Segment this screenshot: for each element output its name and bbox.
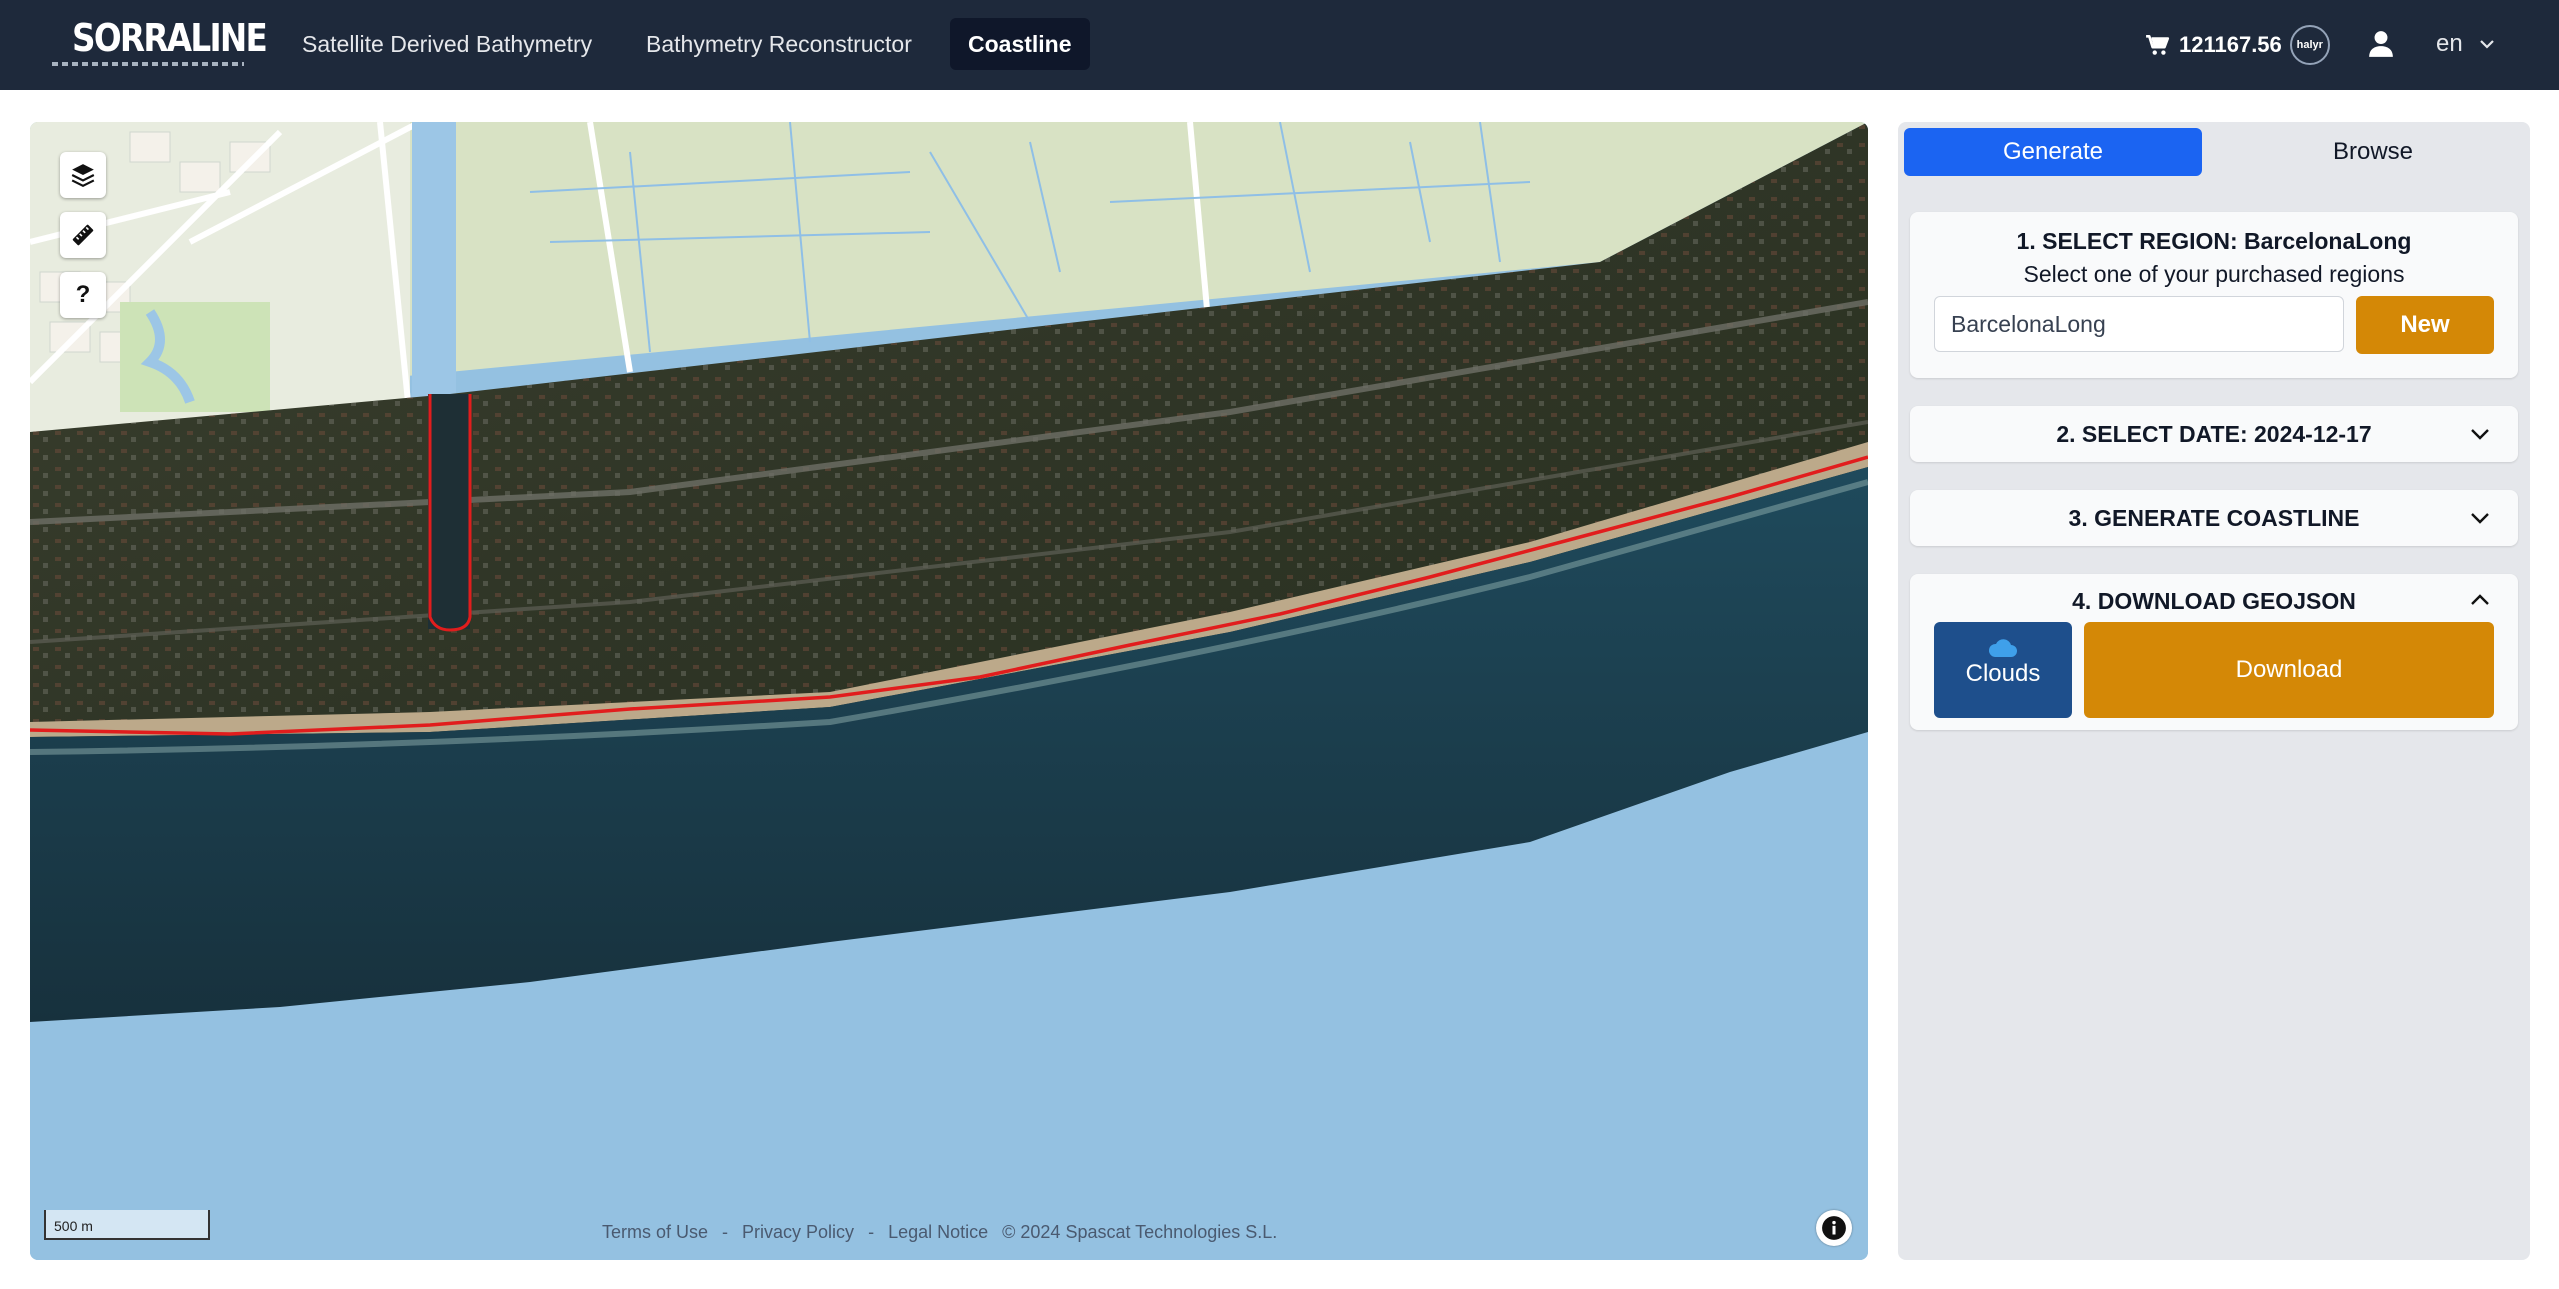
chevron-up-icon[interactable] bbox=[2470, 594, 2490, 606]
logo[interactable]: SORRALINE bbox=[48, 14, 268, 70]
nav-bathymetry-reconstructor[interactable]: Bathymetry Reconstructor bbox=[628, 18, 930, 70]
footer-separator: - bbox=[868, 1222, 875, 1242]
step-select-region: 1. SELECT REGION: BarcelonaLong Select o… bbox=[1910, 212, 2518, 378]
tab-browse[interactable]: Browse bbox=[2224, 128, 2522, 176]
panel-tabs: Generate Browse bbox=[1904, 128, 2524, 180]
step-download-geojson: 4. DOWNLOAD GEOJSON Clouds Download bbox=[1910, 574, 2518, 730]
new-region-button[interactable]: New bbox=[2356, 296, 2494, 354]
clouds-button[interactable]: Clouds bbox=[1934, 622, 2072, 718]
copyright-text: © 2024 Spascat Technologies S.L. bbox=[1002, 1222, 1278, 1242]
side-panel: Generate Browse 1. SELECT REGION: Barcel… bbox=[1898, 122, 2530, 1260]
terms-link[interactable]: Terms of Use bbox=[602, 1222, 708, 1243]
step2-title: 2. SELECT DATE: 2024-12-17 bbox=[2056, 421, 2372, 447]
coin-badge: halyr bbox=[2289, 25, 2330, 65]
privacy-link[interactable]: Privacy Policy bbox=[742, 1222, 854, 1243]
layers-icon bbox=[71, 164, 95, 188]
chevron-down-icon bbox=[2471, 429, 2489, 440]
measure-button[interactable] bbox=[60, 212, 106, 258]
step-generate-coastline[interactable]: 3. GENERATE COASTLINE bbox=[1910, 490, 2518, 546]
step4-title: 4. DOWNLOAD GEOJSON bbox=[2072, 588, 2356, 614]
layers-button[interactable] bbox=[60, 152, 106, 198]
tab-generate[interactable]: Generate bbox=[1904, 128, 2202, 176]
map-view[interactable]: ? 500 m Terms of Use - Privacy Policy - … bbox=[30, 122, 1868, 1260]
language-select[interactable]: en bbox=[2436, 26, 2495, 62]
chevron-down-icon bbox=[2479, 40, 2494, 49]
step-select-date[interactable]: 2. SELECT DATE: 2024-12-17 bbox=[1910, 406, 2518, 462]
scale-bar: 500 m bbox=[44, 1210, 210, 1240]
info-icon bbox=[1822, 1216, 1846, 1240]
logo-underline bbox=[52, 62, 244, 66]
nav-coastline[interactable]: Coastline bbox=[950, 18, 1090, 70]
attribution-button[interactable] bbox=[1816, 1210, 1852, 1246]
cloud-icon bbox=[1988, 639, 2017, 657]
credits-display[interactable]: 121167.56 halyr bbox=[2145, 22, 2330, 68]
top-navbar: SORRALINE Satellite Derived Bathymetry B… bbox=[0, 0, 2559, 90]
ruler-icon bbox=[72, 224, 94, 246]
chevron-down-icon bbox=[2471, 513, 2489, 524]
language-value: en bbox=[2436, 30, 2463, 57]
clouds-label: Clouds bbox=[1965, 660, 2041, 687]
cart-icon bbox=[2146, 35, 2170, 55]
user-icon[interactable] bbox=[2368, 30, 2394, 58]
legal-link[interactable]: Legal Notice bbox=[888, 1222, 988, 1243]
download-button[interactable]: Download bbox=[2084, 622, 2494, 718]
footer-separator: - bbox=[722, 1222, 729, 1242]
step1-subtitle: Select one of your purchased regions bbox=[2023, 261, 2405, 287]
step1-title: 1. SELECT REGION: BarcelonaLong bbox=[2016, 228, 2412, 254]
question-icon: ? bbox=[75, 281, 91, 308]
credits-value: 121167.56 bbox=[2179, 32, 2282, 57]
nav-satellite-derived-bathymetry[interactable]: Satellite Derived Bathymetry bbox=[284, 18, 610, 70]
region-select[interactable]: BarcelonaLong bbox=[1934, 296, 2344, 352]
step3-title: 3. GENERATE COASTLINE bbox=[2068, 505, 2360, 531]
logo-text: SORRALINE bbox=[72, 16, 268, 60]
map-footer: Terms of Use - Privacy Policy - Legal No… bbox=[602, 1222, 1277, 1243]
help-button[interactable]: ? bbox=[60, 272, 106, 318]
map-base-layer[interactable] bbox=[30, 122, 1868, 1260]
